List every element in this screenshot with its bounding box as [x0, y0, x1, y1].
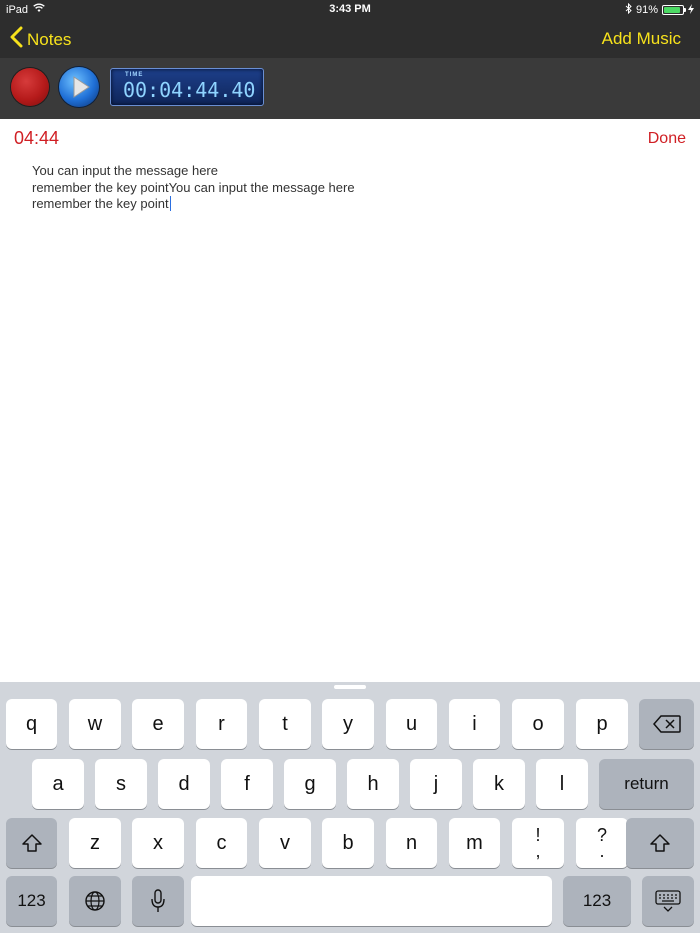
key-t[interactable]: t: [259, 699, 311, 749]
keyboard-dismiss-key[interactable]: [642, 876, 694, 926]
key-g[interactable]: g: [284, 759, 336, 809]
player-toolbar: TIME 00:04:44.40: [0, 58, 700, 119]
navigation-bar: Notes Add Music: [0, 20, 700, 58]
note-line-text: remember the key point: [32, 196, 169, 211]
return-key-label: return: [624, 774, 669, 793]
key-o[interactable]: o: [512, 699, 564, 749]
keyboard-grabber[interactable]: [334, 685, 366, 689]
chevron-left-icon: [10, 26, 23, 53]
status-bar: iPad 3:43 PM 91%: [0, 0, 700, 20]
note-line-last: remember the key point: [32, 196, 672, 213]
onscreen-keyboard: q w e r t y u i o p a s d f g h j k l re…: [0, 682, 700, 933]
key-s[interactable]: s: [95, 759, 147, 809]
status-right: 91%: [625, 2, 694, 17]
battery-fill: [664, 7, 680, 13]
globe-key[interactable]: [69, 876, 121, 926]
shift-key-right[interactable]: [626, 818, 694, 868]
microphone-icon: [151, 889, 165, 912]
shift-icon: [650, 834, 670, 852]
space-bar[interactable]: [191, 876, 552, 926]
key-x[interactable]: x: [132, 818, 184, 868]
key-d[interactable]: d: [158, 759, 210, 809]
backspace-icon: [652, 715, 681, 733]
key-e[interactable]: e: [132, 699, 184, 749]
key-j[interactable]: j: [410, 759, 462, 809]
key-h[interactable]: h: [347, 759, 399, 809]
return-key[interactable]: return: [599, 759, 694, 809]
note-time-label: 04:44: [14, 128, 60, 148]
numbers-key-label: 123: [582, 891, 612, 910]
play-icon: [73, 76, 90, 98]
key-f[interactable]: f: [221, 759, 273, 809]
key-m[interactable]: m: [449, 818, 500, 868]
charging-icon: [688, 3, 694, 17]
bluetooth-icon: [625, 2, 632, 17]
key-n[interactable]: n: [386, 818, 437, 868]
battery-percent: 91%: [635, 4, 658, 16]
key-k[interactable]: k: [473, 759, 525, 809]
key-bottom-char: ,: [535, 841, 541, 861]
add-music-button[interactable]: Add Music: [602, 29, 681, 49]
dictation-key[interactable]: [132, 876, 184, 926]
backspace-key[interactable]: [639, 699, 694, 749]
timer-display: TIME 00:04:44.40: [110, 68, 264, 106]
key-v[interactable]: v: [259, 818, 311, 868]
key-bottom-char: .: [599, 841, 605, 861]
numbers-key-right[interactable]: 123: [563, 876, 631, 926]
key-l[interactable]: l: [536, 759, 588, 809]
play-button[interactable]: [59, 67, 99, 107]
key-u[interactable]: u: [386, 699, 437, 749]
text-caret: [169, 196, 171, 211]
back-button[interactable]: Notes: [10, 26, 71, 53]
key-a[interactable]: a: [32, 759, 84, 809]
battery-icon: [662, 5, 686, 15]
key-p[interactable]: p: [576, 699, 628, 749]
key-y[interactable]: y: [322, 699, 374, 749]
key-question-period-label: ?.: [597, 826, 607, 861]
shift-key-left[interactable]: [6, 818, 57, 868]
key-r[interactable]: r: [196, 699, 247, 749]
globe-icon: [85, 891, 105, 911]
record-button[interactable]: [11, 68, 49, 106]
shift-icon: [21, 834, 42, 852]
key-w[interactable]: w: [69, 699, 121, 749]
key-i[interactable]: i: [449, 699, 500, 749]
done-button[interactable]: Done: [648, 130, 686, 148]
note-line: You can input the message here: [32, 163, 218, 178]
numbers-key-left[interactable]: 123: [6, 876, 57, 926]
key-z[interactable]: z: [69, 818, 121, 868]
key-exclamation-comma-label: !,: [535, 826, 541, 861]
note-line: remember the key pointYou can input the …: [32, 179, 355, 195]
timer-value: 00:04:44.40: [123, 78, 256, 102]
key-q[interactable]: q: [6, 699, 57, 749]
status-time: 3:43 PM: [329, 3, 371, 15]
key-c[interactable]: c: [196, 818, 247, 868]
key-exclamation-comma[interactable]: !,: [512, 818, 564, 868]
key-b[interactable]: b: [322, 818, 374, 868]
numbers-key-label: 123: [17, 891, 46, 910]
note-text-area[interactable]: You can input the message here remember …: [32, 163, 672, 213]
key-question-period[interactable]: ?.: [576, 818, 628, 868]
keyboard-dismiss-icon: [655, 890, 681, 912]
back-button-label: Notes: [27, 29, 72, 49]
